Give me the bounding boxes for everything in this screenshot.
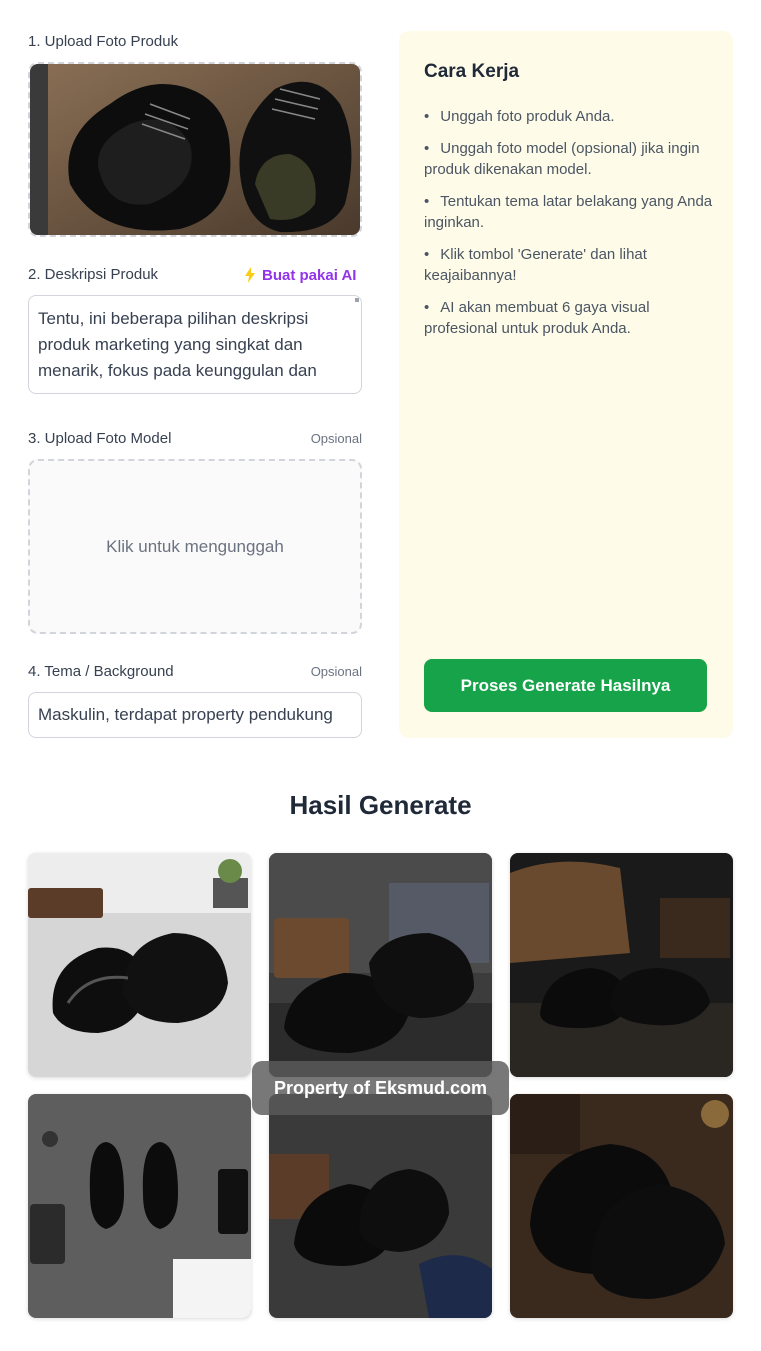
model-optional-tag: Opsional	[310, 431, 362, 446]
list-item: AI akan membuat 6 gaya visual profesiona…	[424, 297, 714, 339]
how-it-works-panel: Cara Kerja Unggah foto produk Anda. Ungg…	[399, 31, 733, 738]
model-photo-label: 3. Upload Foto Model	[28, 430, 172, 447]
description-value: Tentu, ini beberapa pilihan deskripsi pr…	[38, 309, 317, 380]
generate-button[interactable]: Proses Generate Hasilnya	[424, 659, 707, 712]
product-photo-preview[interactable]	[28, 62, 362, 237]
theme-input[interactable]	[28, 692, 362, 738]
result-image-5[interactable]	[269, 1094, 492, 1318]
description-label: 2. Deskripsi Produk	[28, 266, 159, 283]
watermark: Property of Eksmud.com	[252, 1061, 509, 1115]
theme-label: 4. Tema / Background	[28, 663, 174, 680]
list-item: Klik tombol 'Generate' dan lihat keajaib…	[424, 244, 714, 286]
theme-optional-tag: Opsional	[310, 664, 362, 679]
result-image-3[interactable]	[510, 853, 733, 1077]
result-image-6[interactable]	[510, 1094, 733, 1318]
generate-with-ai-button[interactable]: Buat pakai AI	[244, 264, 364, 286]
lightning-icon	[245, 267, 255, 283]
upload-hint: Klik untuk mengunggah	[106, 536, 284, 556]
list-item: Unggah foto produk Anda.	[424, 106, 714, 127]
results-title: Hasil Generate	[289, 790, 472, 820]
description-textarea[interactable]: Tentu, ini beberapa pilihan deskripsi pr…	[28, 295, 362, 394]
how-it-works-title: Cara Kerja	[424, 61, 520, 82]
result-image-4[interactable]	[28, 1094, 251, 1318]
ai-button-label: Buat pakai AI	[262, 266, 357, 284]
list-item: Tentukan tema latar belakang yang Anda i…	[424, 191, 714, 233]
product-photo-label: 1. Upload Foto Produk	[28, 33, 179, 50]
result-image-1[interactable]	[28, 853, 251, 1077]
textarea-resize-handle[interactable]	[355, 298, 359, 302]
steps-list: Unggah foto produk Anda. Unggah foto mod…	[424, 106, 714, 350]
model-photo-upload[interactable]: Klik untuk mengunggah	[28, 459, 362, 634]
result-image-2[interactable]	[269, 853, 492, 1077]
list-item: Unggah foto model (opsional) jika ingin …	[424, 138, 714, 180]
